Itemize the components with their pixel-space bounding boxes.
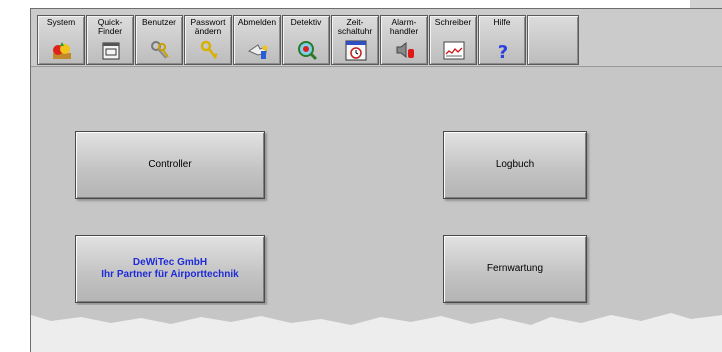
fernwartung-button[interactable]: Fernwartung	[443, 235, 587, 303]
controller-button-label: Controller	[148, 159, 192, 170]
toolbar-label-system: System	[46, 17, 76, 27]
toolbar: System Quick- Finder Benutzer Passwort ä…	[37, 15, 579, 65]
fruit-icon	[50, 39, 74, 61]
toolbar-label-schreiber: Schreiber	[434, 17, 472, 27]
logbuch-button-label: Logbuch	[495, 159, 535, 170]
toolbar-button-benutzer[interactable]: Benutzer	[135, 15, 183, 65]
toolbar-button-abmelden[interactable]: Abmelden	[233, 15, 281, 65]
toolbar-label-abmelden: Abmelden	[237, 17, 277, 27]
toolbar-label-benutzer: Benutzer	[141, 17, 177, 27]
toolbar-strip: System Quick- Finder Benutzer Passwort ä…	[31, 9, 722, 67]
toolbar-label-hilfe: Hilfe	[493, 17, 511, 27]
magnifier-icon	[295, 39, 319, 61]
fernwartung-button-label: Fernwartung	[486, 263, 544, 274]
toolbar-button-system[interactable]: System	[37, 15, 85, 65]
toolbar-label-zeitschaltuhr: Zeit- schaltuhr	[337, 17, 373, 36]
key-icon	[197, 39, 221, 61]
svg-text:?: ?	[498, 42, 508, 61]
company-name: DeWiTec GmbH	[132, 257, 208, 268]
logbuch-button[interactable]: Logbuch	[443, 131, 587, 199]
alarm-speaker-icon	[393, 39, 417, 61]
calendar-clock-icon	[344, 39, 368, 61]
main-panel: Controller Logbuch DeWiTec GmbH Ihr Part…	[31, 67, 722, 352]
controller-button[interactable]: Controller	[75, 131, 265, 199]
toolbar-button-alarmhandler[interactable]: Alarm- handler	[380, 15, 428, 65]
company-button-label: DeWiTec GmbH Ihr Partner für Airporttech…	[101, 257, 238, 281]
toolbar-button-quick-finder[interactable]: Quick- Finder	[86, 15, 134, 65]
toolbar-button-schreiber[interactable]: Schreiber	[429, 15, 477, 65]
toolbar-button-hilfe[interactable]: Hilfe ?	[478, 15, 526, 65]
toolbar-label-passwort-aendern: Passwort ändern	[190, 17, 226, 36]
toolbar-label-detektiv: Detektiv	[290, 17, 322, 27]
toolbar-button-passwort-aendern[interactable]: Passwort ändern	[184, 15, 232, 65]
company-slogan: Ihr Partner für Airporttechnik	[101, 269, 239, 280]
question-mark-icon: ?	[491, 39, 515, 61]
toolbar-label-alarmhandler: Alarm- handler	[389, 17, 419, 36]
logout-hand-icon	[246, 39, 270, 61]
chart-recorder-icon	[442, 39, 466, 61]
toolbar-label-quick-finder: Quick- Finder	[97, 17, 123, 36]
company-button[interactable]: DeWiTec GmbH Ihr Partner für Airporttech…	[75, 235, 265, 303]
app-window: System Quick- Finder Benutzer Passwort ä…	[30, 8, 722, 352]
keys-icon	[148, 39, 172, 61]
toolbar-button-zeitschaltuhr[interactable]: Zeit- schaltuhr	[331, 15, 379, 65]
finder-window-icon	[99, 39, 123, 61]
torn-edge	[31, 305, 722, 352]
toolbar-empty-slot	[527, 15, 579, 65]
toolbar-button-detektiv[interactable]: Detektiv	[282, 15, 330, 65]
